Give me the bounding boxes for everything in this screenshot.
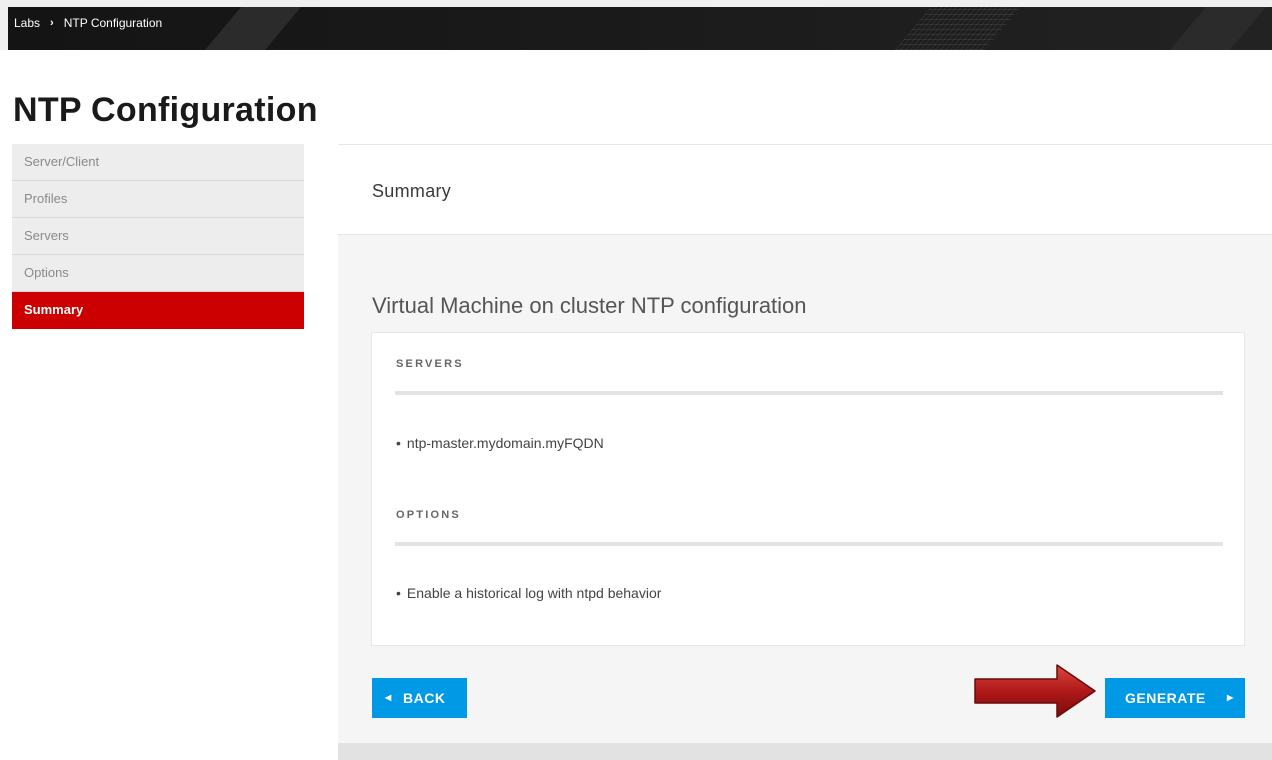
caret-left-icon: ◀ — [385, 693, 392, 702]
bullet-icon: • — [396, 585, 401, 601]
top-bar-stripe — [1169, 7, 1267, 50]
sidebar-item-options[interactable]: Options — [12, 255, 304, 292]
top-bar-grid-pattern — [894, 7, 1022, 50]
server-entry: ntp-master.mydomain.myFQDN — [406, 435, 604, 451]
sidebar-item-summary[interactable]: Summary — [12, 292, 304, 329]
top-bar-stripe — [204, 7, 302, 50]
panel-header: Summary — [338, 145, 1272, 235]
servers-label: SERVERS — [396, 358, 464, 370]
bullet-icon: • — [396, 435, 401, 451]
generate-button-label: GENERATE — [1125, 690, 1206, 706]
page-title: NTP Configuration — [13, 91, 318, 129]
option-entry: Enable a historical log with ntpd behavi… — [406, 585, 662, 601]
sidebar-item-servers[interactable]: Servers — [12, 218, 304, 255]
wizard-steps-sidebar: Server/Client Profiles Servers Options S… — [12, 144, 304, 329]
panel-header-title: Summary — [372, 181, 452, 201]
options-label: OPTIONS — [396, 509, 461, 521]
caret-right-icon: ▶ — [1227, 693, 1234, 702]
summary-card: SERVERS • ntp-master.mydomain.myFQDN OPTI… — [371, 332, 1245, 646]
sidebar-item-server-client[interactable]: Server/Client — [12, 144, 304, 181]
breadcrumb-separator-icon: › — [50, 17, 54, 29]
breadcrumb-item-labs[interactable]: Labs — [14, 16, 40, 30]
section-title: Virtual Machine on cluster NTP configura… — [372, 293, 807, 318]
panel-bottom-strip — [338, 743, 1272, 760]
top-bar: Labs › NTP Configuration — [0, 0, 1272, 50]
red-arrow-icon — [974, 664, 1096, 718]
top-bar-background — [8, 7, 1272, 50]
list-item: • ntp-master.mydomain.myFQDN — [396, 435, 604, 451]
breadcrumb-item-ntp-configuration: NTP Configuration — [63, 16, 163, 30]
servers-divider — [395, 391, 1223, 395]
back-button[interactable]: ◀ BACK — [372, 678, 467, 718]
summary-panel: Summary Virtual Machine on cluster NTP c… — [338, 144, 1272, 760]
generate-button[interactable]: GENERATE ▶ — [1105, 678, 1245, 718]
list-item: • Enable a historical log with ntpd behav… — [396, 585, 661, 601]
back-button-label: BACK — [403, 690, 446, 706]
sidebar-item-profiles[interactable]: Profiles — [12, 181, 304, 218]
options-divider — [395, 542, 1223, 546]
breadcrumb: Labs › NTP Configuration — [14, 16, 162, 30]
